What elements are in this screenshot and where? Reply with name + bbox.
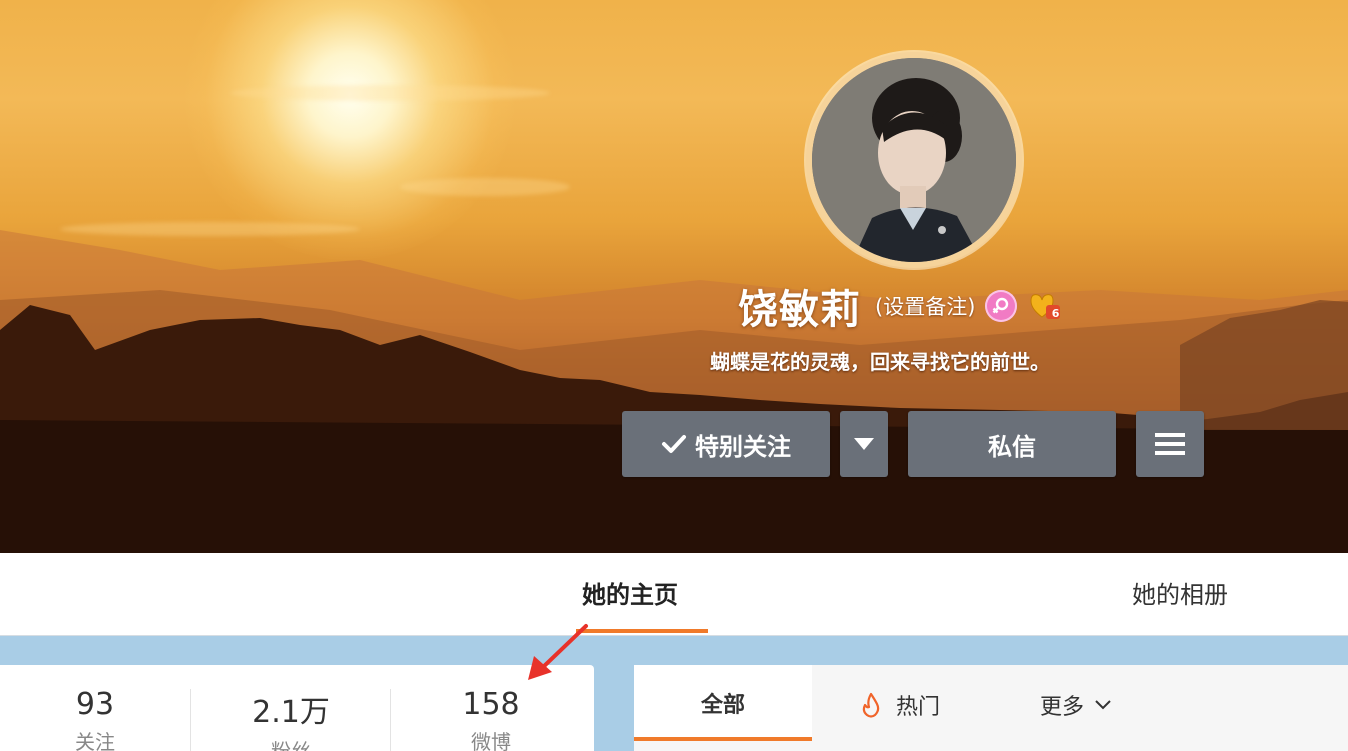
chevron-down-icon bbox=[1095, 700, 1111, 710]
stat-fans-label: 粉丝 bbox=[271, 739, 311, 751]
cover-image: 饶敏莉 (设置备注) 6 蝴蝶是花的灵魂，回来寻找它的前世。 特别关注 私信 bbox=[0, 0, 1348, 553]
filter-hot-label: 热门 bbox=[896, 695, 941, 720]
avatar-portrait bbox=[812, 58, 1016, 262]
flame-icon bbox=[862, 692, 880, 718]
filter-more-dropdown[interactable]: 更多 bbox=[1040, 689, 1112, 721]
avatar[interactable] bbox=[812, 58, 1016, 262]
profile-name-row: 饶敏莉 (设置备注) 6 bbox=[738, 280, 1061, 333]
caret-down-icon bbox=[854, 438, 874, 450]
follow-dropdown-button[interactable] bbox=[840, 411, 888, 477]
female-icon bbox=[985, 290, 1018, 322]
vip-badge-icon[interactable]: 6 bbox=[1027, 290, 1061, 322]
profile-name: 饶敏莉 bbox=[738, 287, 861, 333]
stat-weibo-label: 微博 bbox=[471, 730, 511, 751]
profile-tab-bar: 她的主页 她的相册 bbox=[0, 553, 1348, 636]
stat-following[interactable]: 93 关注 bbox=[0, 687, 190, 751]
special-follow-button[interactable]: 特别关注 bbox=[622, 411, 830, 477]
vip-level: 6 bbox=[1051, 307, 1060, 320]
profile-page: 饶敏莉 (设置备注) 6 蝴蝶是花的灵魂，回来寻找它的前世。 特别关注 私信 她… bbox=[0, 0, 1348, 751]
divider bbox=[190, 689, 191, 751]
stat-fans[interactable]: 2.1万 粉丝 bbox=[196, 687, 386, 751]
stat-weibo[interactable]: 158 微博 bbox=[396, 687, 586, 751]
special-follow-label: 特别关注 bbox=[695, 432, 791, 461]
stat-following-label: 关注 bbox=[75, 730, 115, 751]
stat-weibo-value: 158 bbox=[462, 687, 520, 722]
filter-hot-tab[interactable]: 热门 bbox=[860, 689, 940, 721]
tab-her-home[interactable]: 她的主页 bbox=[582, 575, 678, 610]
private-message-button[interactable]: 私信 bbox=[908, 411, 1116, 477]
stat-fans-value: 2.1万 bbox=[252, 695, 330, 730]
divider bbox=[390, 689, 391, 751]
filter-all-tab[interactable]: 全部 bbox=[634, 665, 812, 741]
more-menu-button[interactable] bbox=[1136, 411, 1204, 477]
set-remark-link[interactable]: (设置备注) bbox=[875, 291, 975, 321]
tab-her-album[interactable]: 她的相册 bbox=[1132, 575, 1228, 610]
feed-filter-bar: 全部 热门 更多 bbox=[634, 665, 1348, 751]
profile-bio: 蝴蝶是花的灵魂，回来寻找它的前世。 bbox=[710, 350, 1050, 374]
stat-following-value: 93 bbox=[75, 687, 115, 722]
stats-panel: 93 关注 2.1万 粉丝 158 微博 bbox=[0, 665, 594, 751]
filter-all-label: 全部 bbox=[700, 693, 745, 718]
avatar-ring bbox=[806, 52, 1022, 268]
hamburger-icon bbox=[1155, 433, 1185, 455]
annotation-arrow-icon bbox=[528, 624, 588, 680]
private-message-label: 私信 bbox=[988, 432, 1036, 461]
check-icon bbox=[662, 435, 686, 453]
filter-active-indicator bbox=[634, 737, 812, 741]
filter-more-label: 更多 bbox=[1040, 695, 1085, 720]
